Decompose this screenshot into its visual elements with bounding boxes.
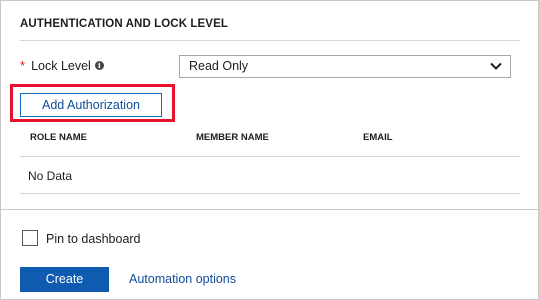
column-header-member-name[interactable]: MEMBER NAME [196,132,269,143]
required-marker: * [20,58,26,73]
column-header-role-name[interactable]: ROLE NAME [30,132,87,143]
chevron-down-icon [490,62,502,70]
add-authorization-button[interactable]: Add Authorization [20,93,162,117]
empty-state-text: No Data [28,169,73,183]
authorization-table-body: No Data [20,158,520,194]
pin-to-dashboard-label[interactable]: Pin to dashboard [46,232,141,246]
footer-divider [1,209,539,210]
info-icon[interactable]: i [94,61,104,70]
column-header-email[interactable]: EMAIL [363,132,393,143]
lock-level-label: * Lock Level i [20,58,104,73]
section-title: AUTHENTICATION AND LOCK LEVEL [20,18,228,30]
pin-to-dashboard-checkbox[interactable] [22,230,38,246]
blade-panel: AUTHENTICATION AND LOCK LEVEL * Lock Lev… [0,0,539,300]
lock-level-selected-value: Read Only [189,59,249,73]
lock-level-select[interactable]: Read Only [179,55,511,78]
create-button[interactable]: Create [20,267,109,292]
lock-level-label-text: Lock Level [31,58,91,73]
section-divider [20,40,520,41]
authorization-table-header: ROLE NAME MEMBER NAME EMAIL [20,130,520,157]
automation-options-link[interactable]: Automation options [129,272,236,286]
